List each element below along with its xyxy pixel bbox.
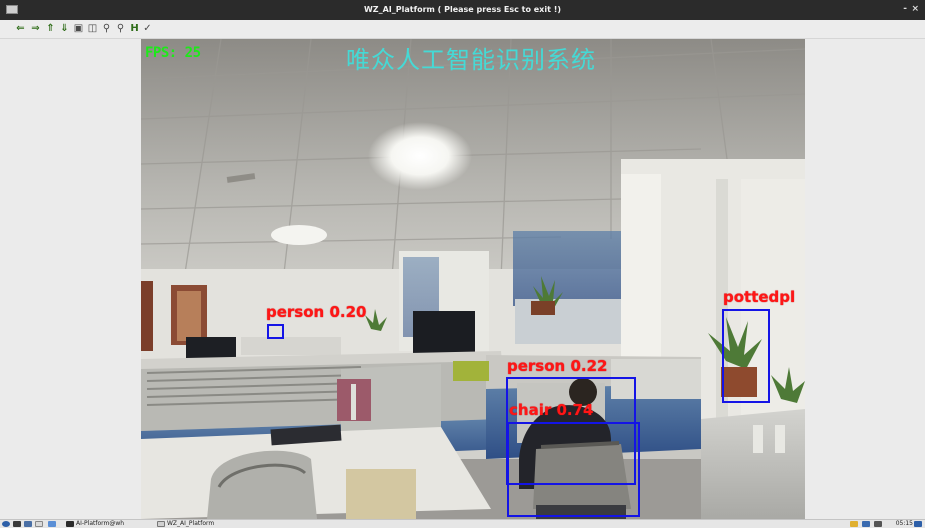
arrow-down-icon[interactable]: ⇓ [59,23,70,34]
window-title-bar[interactable]: WZ_AI_Platform ( Please press Esc to exi… [0,0,925,20]
network-icon[interactable] [862,521,870,527]
close-button[interactable]: × [911,4,919,14]
browser-icon[interactable] [48,521,56,527]
detection-box-pottedplant [722,309,770,403]
detection-label: pottedpl [723,288,796,306]
terminal-icon[interactable] [13,521,21,527]
system-title-overlay: 唯众人工智能识别系统 [346,46,596,74]
office-scene-image [141,39,805,519]
minimize-button[interactable]: - [903,4,907,14]
edit-icon[interactable]: ✓ [142,23,153,34]
notification-icon[interactable] [850,521,858,527]
start-menu-icon[interactable] [2,521,10,527]
fps-counter: FPS: 25 [145,45,201,61]
arrow-right-icon[interactable]: ⇒ [30,23,41,34]
detection-label: chair 0.74 [509,401,594,419]
save-icon[interactable]: ▣ [73,23,84,34]
arrow-up-icon[interactable]: ⇑ [45,23,56,34]
detection-box-chair [507,422,640,517]
zoom-in-icon[interactable]: ⚲ [101,23,112,34]
arrow-left-icon[interactable]: ⇐ [15,23,26,34]
subplots-icon[interactable]: ◫ [87,23,98,34]
detection-label: person 0.22 [507,357,608,375]
file-manager-icon[interactable] [35,521,43,527]
desktop-icon[interactable] [24,521,32,527]
home-icon[interactable]: H [129,23,140,34]
volume-icon[interactable] [874,521,882,527]
zoom-out-icon[interactable]: ⚲ [115,23,126,34]
detection-label: person 0.20 [266,303,367,321]
window-title: WZ_AI_Platform ( Please press Esc to exi… [363,5,561,14]
detection-box-person [267,324,284,339]
camera-video-frame: FPS: 25 唯众人工智能识别系统 person 0.20 pottedpl … [141,39,805,519]
toolbar: ⇐ ⇒ ⇑ ⇓ ▣ ◫ ⚲ ⚲ H ✓ [0,20,925,39]
terminal-task-icon [66,521,74,527]
show-desktop-icon[interactable] [914,521,922,527]
window-task-icon [157,521,165,527]
